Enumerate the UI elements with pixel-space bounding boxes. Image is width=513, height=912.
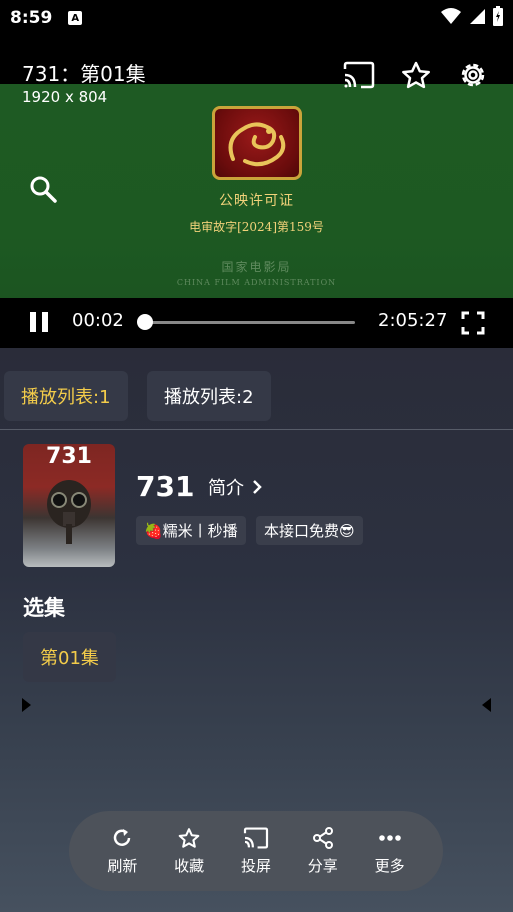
poster-image[interactable]: 731 (23, 444, 115, 567)
signal-icon (470, 9, 485, 24)
app-notification-icon: A (68, 11, 83, 25)
detail-panel: 播放列表:1 播放列表:2 731 731 简介 🍓糯米丨秒播 本接口免费😎 选… (0, 348, 513, 912)
star-icon (178, 827, 200, 848)
license-title: 公映许可证 (219, 193, 294, 209)
chevron-right-icon (253, 480, 262, 494)
source-tag[interactable]: 🍓糯米丨秒播 (136, 516, 246, 545)
seek-thumb[interactable] (137, 314, 153, 330)
bureau-name-cn: 国家电影局 (221, 260, 292, 274)
pause-icon (30, 312, 36, 332)
video-resolution: 1920 x 804 (22, 88, 108, 106)
refresh-icon (114, 828, 131, 846)
intro-label: 简介 (208, 478, 244, 499)
search-icon (30, 176, 57, 203)
fullscreen-icon (461, 311, 485, 335)
license-number: 电审故字[2024]第159号 (189, 220, 324, 234)
playlist-tab-1[interactable]: 播放列表:1 (4, 371, 128, 421)
status-bar: 8:59 A (0, 0, 513, 36)
intro-link[interactable]: 简介 (208, 474, 262, 500)
show-title: 731 (136, 470, 195, 503)
poster-title: 731 (46, 444, 92, 469)
more-icon (378, 834, 401, 841)
collect-label: 收藏 (174, 856, 205, 875)
seek-bar[interactable] (145, 321, 355, 324)
pause-button[interactable] (28, 310, 52, 336)
status-indicators (441, 6, 503, 26)
more-button[interactable]: 更多 (360, 827, 420, 876)
share-button[interactable]: 分享 (293, 826, 353, 876)
cast-icon (243, 826, 269, 849)
cast-label: 投屏 (240, 856, 271, 875)
video-player[interactable]: 公映许可证 电审故字[2024]第159号 国家电影局 CHINA FILM A… (0, 36, 513, 348)
video-title: 731：第01集 (22, 62, 146, 86)
refresh-label: 刷新 (107, 856, 138, 875)
gear-icon (461, 63, 485, 87)
action-bar: 刷新 收藏 投屏 分享 更多 (69, 811, 443, 891)
divider (0, 429, 513, 430)
favorite-button[interactable] (399, 58, 433, 92)
fullscreen-button[interactable] (460, 310, 486, 336)
battery-icon (493, 6, 503, 26)
bureau-name-en: CHINA FILM ADMINISTRATION (176, 278, 337, 287)
wifi-icon (441, 8, 461, 24)
status-time: 8:59 (10, 8, 53, 28)
source-tag[interactable]: 本接口免费😎 (256, 516, 363, 545)
cast-button[interactable] (342, 58, 376, 92)
current-time: 00:02 (72, 310, 124, 331)
settings-button[interactable] (456, 58, 490, 92)
license-seal-image (212, 106, 302, 180)
search-button[interactable] (28, 174, 62, 208)
cast-icon (343, 61, 375, 89)
playlist-tab-2[interactable]: 播放列表:2 (147, 371, 271, 421)
cast-action-button[interactable]: 投屏 (226, 826, 286, 876)
episodes-section-title: 选集 (23, 596, 65, 620)
scroll-right-arrow[interactable] (482, 698, 491, 712)
star-icon (402, 61, 430, 89)
more-label: 更多 (374, 856, 405, 875)
scroll-left-arrow[interactable] (22, 698, 31, 712)
collect-button[interactable]: 收藏 (159, 827, 219, 876)
episode-button[interactable]: 第01集 (23, 632, 116, 682)
refresh-button[interactable]: 刷新 (92, 827, 152, 876)
video-frame[interactable]: 公映许可证 电审故字[2024]第159号 国家电影局 CHINA FILM A… (0, 84, 513, 334)
total-time: 2:05:27 (378, 310, 448, 331)
playback-controls: 00:02 2:05:27 (0, 298, 513, 348)
share-icon (312, 826, 333, 849)
share-label: 分享 (307, 856, 338, 875)
